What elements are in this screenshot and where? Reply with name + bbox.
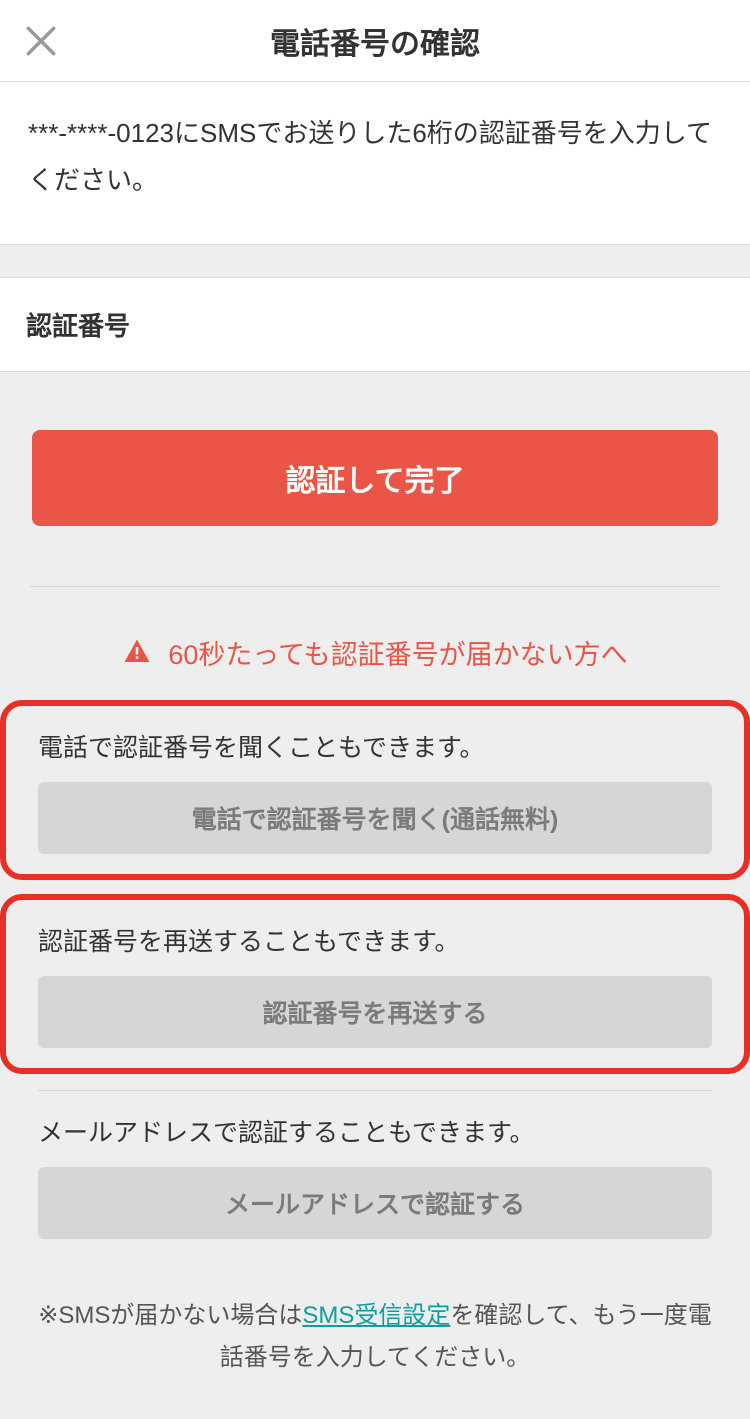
warning-message: 60秒たっても認証番号が届かない方へ [0, 633, 750, 672]
close-icon[interactable] [22, 22, 60, 60]
resend-box: 認証番号を再送することもできます。 認証番号を再送する [0, 894, 750, 1074]
footnote-prefix: ※SMSが届かない場合は [38, 1302, 302, 1329]
divider [38, 1090, 712, 1091]
phone-auth-label: 電話で認証番号を聞くこともできます。 [38, 728, 712, 764]
phone-auth-button[interactable]: 電話で認証番号を聞く(通話無料) [38, 782, 712, 854]
resend-label: 認証番号を再送することもできます。 [38, 922, 712, 958]
footnote: ※SMSが届かない場合はSMS受信設定を確認して、もう一度電話番号を入力してくだ… [0, 1295, 750, 1419]
warning-text: 60秒たっても認証番号が届かない方へ [168, 633, 627, 672]
header: 電話番号の確認 [0, 0, 750, 82]
verify-complete-button[interactable]: 認証して完了 [32, 430, 718, 526]
sms-settings-link[interactable]: SMS受信設定 [302, 1302, 450, 1329]
email-auth-section: メールアドレスで認証することもできます。 メールアドレスで認証する [0, 1113, 750, 1239]
instruction-text: ***-****-0123にSMSでお送りした6桁の認証番号を入力してください。 [0, 82, 750, 245]
phone-auth-box: 電話で認証番号を聞くこともできます。 電話で認証番号を聞く(通話無料) [0, 700, 750, 880]
page-title: 電話番号の確認 [12, 19, 738, 63]
divider [30, 586, 720, 587]
email-auth-label: メールアドレスで認証することもできます。 [38, 1113, 712, 1149]
resend-button[interactable]: 認証番号を再送する [38, 976, 712, 1048]
email-auth-button[interactable]: メールアドレスで認証する [38, 1167, 712, 1239]
warning-icon [122, 637, 152, 667]
auth-code-label: 認証番号 [0, 277, 750, 372]
